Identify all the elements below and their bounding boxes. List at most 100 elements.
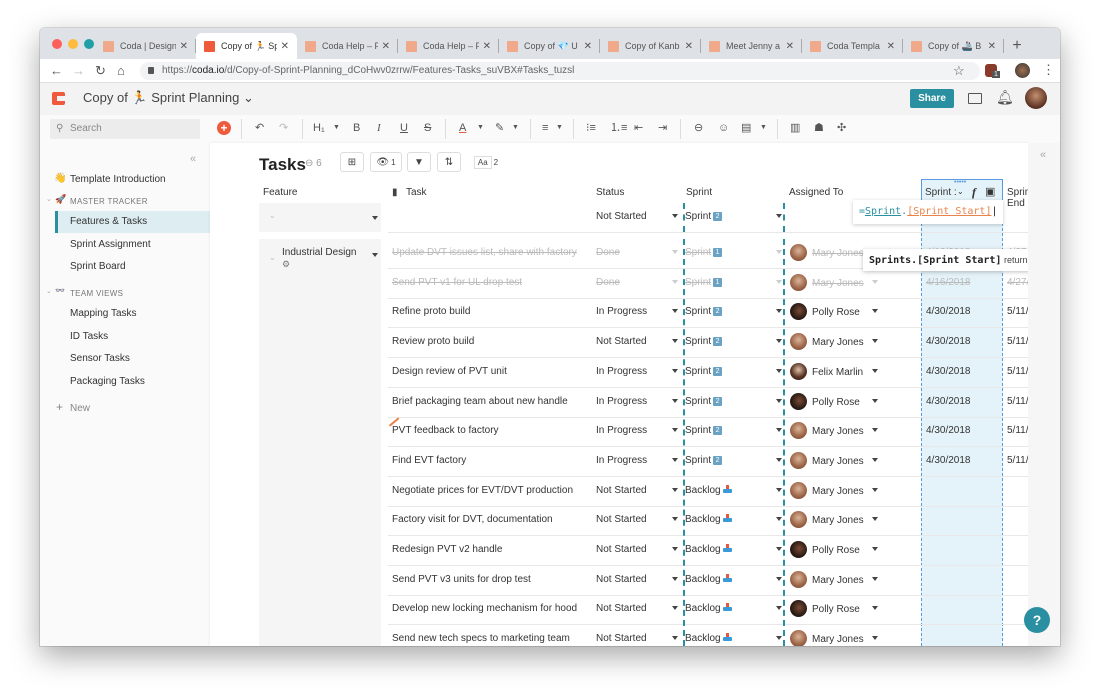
align-icon[interactable]: ≡ xyxy=(542,121,548,135)
indent-icon[interactable]: ⇥ xyxy=(658,121,667,135)
task-cell[interactable]: Review proto build xyxy=(392,336,474,347)
formula-icon[interactable]: f xyxy=(972,185,976,200)
emoji-icon[interactable]: ☺ xyxy=(718,121,729,135)
sprint-start-cell[interactable]: 4/30/2018 xyxy=(926,306,971,317)
minimize-window-button[interactable] xyxy=(68,39,78,49)
profile-avatar[interactable] xyxy=(1015,63,1030,78)
status-cell[interactable]: Not Started xyxy=(596,336,647,347)
status-dropdown-icon[interactable] xyxy=(672,398,678,403)
plus-icon[interactable]: + xyxy=(56,400,63,414)
sidebar-item-packaging-tasks[interactable]: Packaging Tasks xyxy=(70,376,145,387)
close-tab-icon[interactable]: ✕ xyxy=(180,41,188,52)
close-tab-icon[interactable]: ✕ xyxy=(685,41,693,52)
status-dropdown-icon[interactable] xyxy=(672,214,678,218)
doc-title[interactable]: Copy of 🏃 Sprint Planning ⌄ xyxy=(83,90,254,106)
task-cell[interactable]: Negotiate prices for EVT/DVT production xyxy=(392,485,573,496)
assignee-dropdown-icon[interactable] xyxy=(872,457,878,462)
sidebar-item-features-tasks[interactable]: Features & Tasks xyxy=(70,216,147,227)
chevron-down-icon[interactable]: ⌄ xyxy=(269,253,276,262)
browser-tab[interactable]: Meet Jenny a ✕ xyxy=(701,33,802,59)
search-input[interactable]: ⚲ Search xyxy=(50,119,200,139)
task-cell[interactable]: Develop new locking mechanism for hood xyxy=(392,603,577,614)
url-input[interactable]: https://coda.io/d/Copy-of-Sprint-Plannin… xyxy=(140,62,980,80)
group-feature-cell[interactable]: ⌄ Industrial Design ⚙ xyxy=(259,239,381,646)
status-cell[interactable]: Not Started xyxy=(596,514,647,525)
user-avatar[interactable] xyxy=(1025,87,1047,109)
assignee-cell[interactable]: Mary Jones xyxy=(812,337,864,348)
sidebar-item-sprint-board[interactable]: Sprint Board xyxy=(70,261,126,272)
assignee-cell[interactable]: Mary Jones xyxy=(812,634,864,645)
heading-dropdown-icon[interactable]: ▼ xyxy=(333,121,340,135)
close-tab-icon[interactable]: ✕ xyxy=(281,41,289,52)
status-dropdown-icon[interactable] xyxy=(672,457,678,462)
close-tab-icon[interactable]: ✕ xyxy=(382,41,390,52)
drag-handle-icon[interactable]: ••••• xyxy=(954,179,966,186)
expand-panel-icon[interactable]: « xyxy=(1040,149,1046,161)
sprint-start-cell[interactable]: 4/30/2018 xyxy=(926,366,971,377)
sidebar-new-button[interactable]: New xyxy=(70,403,90,414)
assignee-dropdown-icon[interactable] xyxy=(872,547,878,551)
browser-tab[interactable]: Copy of 🚢 B ✕ xyxy=(903,33,1004,59)
bold-button[interactable]: B xyxy=(353,121,360,135)
assignee-cell[interactable]: Polly Rose xyxy=(812,397,860,408)
redo-icon[interactable]: ↷ xyxy=(279,121,288,135)
task-cell[interactable]: PVT feedback to factory xyxy=(392,425,499,436)
bookmark-star-icon[interactable]: ☆ xyxy=(953,63,965,79)
assignee-dropdown-icon[interactable] xyxy=(872,576,878,581)
zoom-window-button[interactable] xyxy=(84,39,94,49)
status-cell[interactable]: In Progress xyxy=(596,306,647,317)
close-window-button[interactable] xyxy=(52,39,62,49)
new-tab-button[interactable]: + xyxy=(1004,33,1030,59)
filter-button[interactable]: ▼ xyxy=(407,152,431,172)
task-cell[interactable]: Refine proto build xyxy=(392,306,470,317)
assignee-cell[interactable]: Mary Jones xyxy=(812,515,864,526)
insert-plus-button[interactable]: + xyxy=(217,121,231,135)
browser-tab[interactable]: Coda Help – F ✕ xyxy=(398,33,499,59)
task-cell[interactable]: Brief packaging team about new handle xyxy=(392,396,568,407)
browser-tab[interactable]: Coda Help – F ✕ xyxy=(297,33,398,59)
assignee-cell[interactable]: Polly Rose xyxy=(812,545,860,556)
sidebar-item-mapping-tasks[interactable]: Mapping Tasks xyxy=(70,308,137,319)
sprint-start-cell[interactable]: 4/30/2018 xyxy=(926,455,971,466)
automation-bot-icon[interactable]: ☗ xyxy=(814,121,824,135)
heading-button[interactable]: H₁ xyxy=(313,121,325,135)
undo-icon[interactable]: ↶ xyxy=(255,121,264,135)
status-cell[interactable]: Not Started xyxy=(596,633,647,644)
status-cell[interactable]: Not Started xyxy=(596,211,647,222)
status-cell[interactable]: Done xyxy=(596,247,620,258)
sprint-start-cell[interactable]: 4/16/2018 xyxy=(926,277,971,288)
assignee-cell[interactable]: Mary Jones xyxy=(812,426,864,437)
sidebar-item-id-tasks[interactable]: ID Tasks xyxy=(70,331,108,342)
assignee-dropdown-icon[interactable] xyxy=(872,339,878,344)
task-cell[interactable]: Send PVT v3 units for drop test xyxy=(392,574,531,585)
status-dropdown-icon[interactable] xyxy=(672,576,678,581)
status-cell[interactable]: In Progress xyxy=(596,455,647,466)
status-dropdown-icon[interactable] xyxy=(672,279,678,284)
assignee-cell[interactable]: Felix Marlin xyxy=(812,367,863,378)
forward-icon[interactable]: → xyxy=(72,63,85,78)
sprint-start-cell[interactable]: 4/30/2018 xyxy=(926,396,971,407)
status-dropdown-icon[interactable] xyxy=(672,428,678,433)
numbered-list-icon[interactable]: ⒈≡ xyxy=(610,121,627,135)
comment-dropdown-icon[interactable]: ▼ xyxy=(760,121,767,135)
task-cell[interactable]: Redesign PVT v2 handle xyxy=(392,544,502,555)
column-header-assigned-to[interactable]: Assigned To xyxy=(789,187,843,198)
sort-button[interactable]: ⇅ xyxy=(437,152,461,172)
column-header-feature[interactable]: Feature xyxy=(263,187,297,198)
assignee-cell[interactable]: Mary Jones xyxy=(812,575,864,586)
table-layout-button[interactable]: ⊞ xyxy=(340,152,364,172)
visibility-button[interactable]: 👁︎ 1 xyxy=(370,152,402,172)
browser-tab[interactable]: Coda Templa ✕ xyxy=(802,33,903,59)
align-dropdown-icon[interactable]: ▼ xyxy=(556,121,563,135)
task-cell[interactable]: Send PVT v1 for UL drop test xyxy=(392,277,522,288)
italic-button[interactable]: I xyxy=(377,121,381,135)
status-cell[interactable]: Done xyxy=(596,277,620,288)
close-tab-icon[interactable]: ✕ xyxy=(887,41,895,52)
highlight-icon[interactable]: ✎ xyxy=(495,121,504,135)
close-tab-icon[interactable]: ✕ xyxy=(584,41,592,52)
column-header-sprint-start[interactable]: Sprint : xyxy=(925,187,957,198)
table-link-count[interactable]: ⊖ 6 xyxy=(305,158,322,169)
assignee-dropdown-icon[interactable] xyxy=(872,487,878,492)
notifications-bell-icon[interactable]: 🔔︎ xyxy=(996,89,1014,106)
present-icon[interactable] xyxy=(968,93,982,104)
